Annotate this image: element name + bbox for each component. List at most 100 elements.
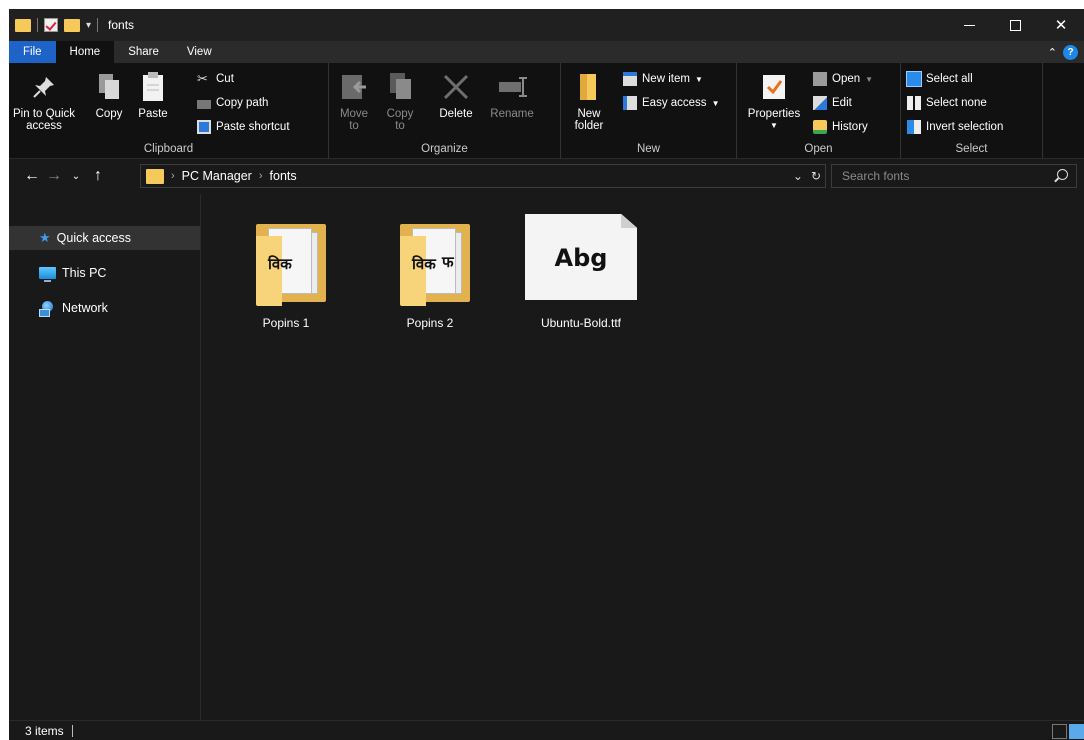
- properties-button[interactable]: Properties ▼: [743, 69, 805, 132]
- rename-button[interactable]: Rename: [485, 69, 539, 120]
- folder-icon: [146, 168, 164, 184]
- recent-locations-icon[interactable]: ⌄: [65, 171, 87, 182]
- computer-icon: [39, 267, 56, 282]
- ribbon: Pin to Quick access Copy Paste ✂ Cut Cop…: [9, 63, 1084, 159]
- new-item-button[interactable]: New item ▼: [623, 69, 703, 89]
- paste-shortcut-button[interactable]: Paste shortcut: [197, 117, 290, 137]
- edit-button[interactable]: Edit: [813, 93, 852, 113]
- easy-access-label: Easy access: [642, 97, 707, 109]
- nav-item-quick-access[interactable]: ★ Quick access: [9, 226, 200, 250]
- up-arrow-icon[interactable]: ↑: [87, 167, 109, 185]
- search-icon[interactable]: [1057, 169, 1068, 180]
- invert-selection-button[interactable]: Invert selection: [907, 117, 1003, 137]
- easy-access-icon: [623, 96, 637, 110]
- copy-button[interactable]: Copy: [91, 69, 127, 120]
- maximize-icon: [1009, 19, 1021, 31]
- nav-item-label: This PC: [62, 266, 107, 280]
- edit-label: Edit: [832, 97, 852, 109]
- close-button[interactable]: ✕: [1038, 9, 1084, 41]
- tab-view[interactable]: View: [173, 41, 226, 63]
- help-icon[interactable]: ?: [1063, 44, 1078, 60]
- list-item-popins-2[interactable]: विक फ Popins 2: [375, 214, 485, 330]
- minimize-button[interactable]: [946, 9, 992, 41]
- easy-access-button[interactable]: Easy access ▼: [623, 93, 719, 113]
- new-folder-icon: [573, 69, 605, 105]
- cut-button[interactable]: ✂ Cut: [197, 69, 234, 89]
- back-arrow-icon[interactable]: ←: [21, 167, 43, 185]
- invert-selection-icon: [907, 120, 921, 134]
- item-count: 3 items: [25, 723, 64, 738]
- breadcrumb-fonts[interactable]: fonts: [270, 169, 297, 183]
- tab-share[interactable]: Share: [114, 41, 173, 63]
- refresh-icon[interactable]: ↻: [811, 169, 821, 183]
- paste-button[interactable]: Paste: [133, 69, 173, 120]
- font-file-icon: Abg: [525, 214, 637, 310]
- new-item-icon: [623, 72, 637, 86]
- file-list: विक Popins 1 विक फ Popins 2 Abg Ubuntu-B…: [201, 194, 1084, 720]
- open-button[interactable]: Open ▼: [813, 69, 873, 89]
- copy-path-button[interactable]: Copy path: [197, 93, 268, 113]
- chevron-right-icon[interactable]: ›: [171, 170, 175, 182]
- select-group: Select all Select none Invert selection …: [901, 63, 1043, 159]
- properties-icon[interactable]: [44, 18, 58, 32]
- folder-icon[interactable]: [15, 18, 31, 32]
- open-group-label: Open: [804, 143, 833, 155]
- search-box[interactable]: [831, 164, 1077, 188]
- new-folder-icon[interactable]: [64, 18, 80, 32]
- close-icon: ✕: [1054, 17, 1068, 34]
- history-button[interactable]: History: [813, 117, 868, 137]
- collapse-ribbon-icon[interactable]: ⌃: [1048, 46, 1057, 59]
- move-to-button[interactable]: Move to: [335, 69, 373, 132]
- address-actions: ⌄ ↻: [793, 165, 821, 187]
- organize-group-label: Organize: [421, 143, 468, 155]
- file-name: Popins 2: [406, 316, 454, 330]
- properties-icon: [758, 69, 790, 105]
- chevron-down-icon[interactable]: ⌄: [793, 169, 803, 183]
- search-input[interactable]: [842, 169, 1042, 183]
- new-folder-button[interactable]: New folder: [569, 69, 609, 132]
- pin-icon: [28, 69, 60, 105]
- select-all-button[interactable]: Select all: [906, 69, 973, 89]
- maximize-button[interactable]: [992, 9, 1038, 41]
- large-icons-view-icon[interactable]: [1069, 723, 1084, 739]
- details-view-icon[interactable]: [1052, 723, 1067, 739]
- forward-arrow-icon[interactable]: →: [43, 167, 65, 185]
- view-toggle: [1052, 721, 1084, 740]
- delete-button[interactable]: Delete: [433, 69, 479, 120]
- customize-toolbar-icon[interactable]: ▾: [86, 20, 91, 31]
- delete-icon: [440, 69, 472, 105]
- breadcrumb-pc-manager[interactable]: PC Manager: [182, 169, 252, 183]
- explorer-window: ▾ fonts ✕ File Home Share View ⌃ ? Pin t…: [9, 9, 1084, 740]
- nav-item-label: Network: [62, 301, 108, 315]
- paste-shortcut-icon: [197, 120, 211, 134]
- star-icon: ★: [39, 230, 51, 245]
- copy-to-button[interactable]: Copy to: [381, 69, 419, 132]
- paste-shortcut-label: Paste shortcut: [216, 121, 290, 133]
- clipboard-group-label: Clipboard: [143, 143, 194, 155]
- select-all-label: Select all: [926, 73, 973, 85]
- address-bar[interactable]: › PC Manager › fonts ⌄ ↻: [140, 164, 826, 188]
- select-all-icon: [906, 71, 922, 87]
- nav-item-this-pc[interactable]: This PC: [9, 261, 200, 285]
- pin-label: Pin to Quick access: [13, 108, 75, 132]
- copy-path-icon: [197, 99, 211, 109]
- move-to-icon: [338, 69, 370, 105]
- edit-icon: [813, 96, 827, 110]
- pin-to-quick-access-button[interactable]: Pin to Quick access: [13, 69, 75, 132]
- tab-home[interactable]: Home: [55, 41, 115, 63]
- chevron-right-icon[interactable]: ›: [259, 170, 263, 182]
- select-none-label: Select none: [926, 97, 987, 109]
- font-preview-glyph: फ: [442, 253, 454, 271]
- toolbar-divider: [37, 18, 38, 32]
- list-item-ubuntu-bold[interactable]: Abg Ubuntu-Bold.ttf: [519, 214, 643, 330]
- list-item-popins-1[interactable]: विक Popins 1: [231, 214, 341, 330]
- properties-label: Properties: [747, 108, 801, 120]
- tab-file[interactable]: File: [9, 41, 56, 63]
- explorer-body: ★ Quick access This PC Network विक Popin…: [9, 194, 1084, 720]
- open-icon: [813, 72, 827, 86]
- clipboard-group: Pin to Quick access Copy Paste ✂ Cut Cop…: [9, 63, 329, 159]
- nav-item-network[interactable]: Network: [9, 296, 200, 320]
- copy-label: Copy: [95, 108, 123, 120]
- select-none-button[interactable]: Select none: [907, 93, 987, 113]
- title-bar: ▾ fonts ✕: [9, 9, 1084, 41]
